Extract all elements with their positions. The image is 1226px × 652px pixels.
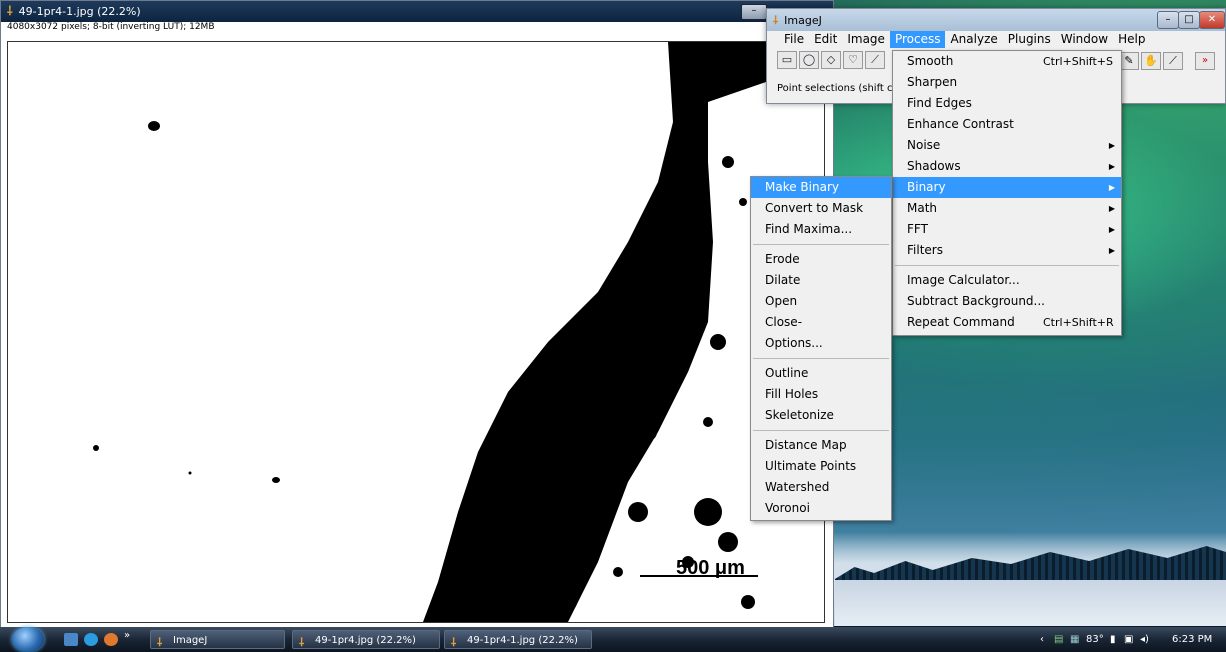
imagej-icon: ⸸ [773, 13, 779, 27]
imagej-close-button[interactable]: ✕ [1199, 11, 1225, 29]
image-info: 4080x3072 pixels; 8-bit (inverting LUT);… [1, 22, 833, 33]
menu-item-find-maxima[interactable]: Find Maxima... [751, 219, 891, 240]
imagej-status: Point selections (shift c [777, 83, 893, 94]
menu-image[interactable]: Image [842, 31, 890, 48]
submenu-arrow-icon: ▶ [1108, 246, 1115, 255]
menu-item-ultimate-points[interactable]: Ultimate Points [751, 456, 891, 477]
menu-item-find-edges[interactable]: Find Edges [893, 93, 1121, 114]
menu-help[interactable]: Help [1113, 31, 1150, 48]
imagej-maximize-button[interactable]: □ [1178, 11, 1200, 29]
imagej-title: ImageJ [784, 13, 822, 27]
dropper-tool-icon[interactable]: ⟋ [1163, 52, 1183, 70]
menu-item-fft[interactable]: FFT ▶ [893, 219, 1121, 240]
pencil-tool-icon[interactable]: ✎ [1119, 52, 1139, 70]
menu-plugins[interactable]: Plugins [1003, 31, 1056, 48]
binary-submenu: Make Binary Convert to Mask Find Maxima.… [750, 176, 892, 521]
menu-analyze[interactable]: Analyze [945, 31, 1002, 48]
imagej-toolbar-right: ✎ ✋ ⟋ » [1119, 52, 1215, 70]
menu-item-skeletonize[interactable]: Skeletonize [751, 405, 891, 426]
battery-icon[interactable]: ▮ [1110, 627, 1116, 652]
process-menu: Smooth Ctrl+Shift+S Sharpen Find Edges En… [892, 50, 1122, 336]
menu-separator [895, 265, 1119, 266]
menu-item-filters[interactable]: Filters ▶ [893, 240, 1121, 261]
submenu-arrow-icon: ▶ [1108, 225, 1115, 234]
network-icon[interactable]: ▤ [1054, 627, 1063, 652]
taskbar-item-imagej[interactable]: ⸸ ImageJ [150, 630, 285, 649]
menu-window[interactable]: Window [1056, 31, 1113, 48]
internet-explorer-icon[interactable] [84, 633, 98, 646]
menu-file[interactable]: File [779, 31, 809, 48]
minimize-button[interactable]: – [741, 4, 767, 20]
imagej-menubar: File Edit Image Process Analyze Plugins … [767, 31, 1225, 48]
image-window[interactable]: ⸸ 49-1pr4-1.jpg (22.2%) – 4080x3072 pixe… [0, 0, 834, 628]
imagej-titlebar[interactable]: ⸸ ImageJ – □ ✕ [767, 9, 1225, 31]
temperature: 83° [1086, 634, 1104, 645]
binary-image: 500 μm [8, 42, 824, 622]
menu-item-noise[interactable]: Noise ▶ [893, 135, 1121, 156]
taskbar-item-49-1pr4[interactable]: ⸸ 49-1pr4.jpg (22.2%) [292, 630, 440, 649]
line-tool-icon[interactable]: ⟋ [865, 51, 885, 69]
menu-item-make-binary[interactable]: Make Binary [751, 177, 891, 198]
clock[interactable]: 6:23 PM [1172, 627, 1212, 652]
imagej-icon: ⸸ [451, 636, 457, 649]
menu-item-math[interactable]: Math ▶ [893, 198, 1121, 219]
imagej-icon: ⸸ [299, 636, 305, 649]
menu-process[interactable]: Process [889, 31, 946, 48]
submenu-arrow-icon: ▶ [1108, 183, 1115, 192]
menu-item-outline[interactable]: Outline [751, 363, 891, 384]
taskbar-item-49-1pr4-1[interactable]: ⸸ 49-1pr4-1.jpg (22.2%) [444, 630, 592, 649]
system-tray: ‹ ▤ ▦ 83° ▮ ▣ ◂) 6:23 PM [1020, 627, 1226, 652]
menu-item-erode[interactable]: Erode [751, 249, 891, 270]
firefox-icon[interactable] [104, 633, 118, 646]
menu-item-dilate[interactable]: Dilate [751, 270, 891, 291]
tray-expand-icon[interactable]: ‹ [1040, 627, 1044, 652]
menu-item-convert-to-mask[interactable]: Convert to Mask [751, 198, 891, 219]
menu-item-smooth[interactable]: Smooth Ctrl+Shift+S [893, 51, 1121, 72]
menu-separator [753, 244, 889, 245]
volume-icon[interactable]: ◂) [1140, 627, 1149, 652]
menu-item-voronoi[interactable]: Voronoi [751, 498, 891, 519]
image-window-titlebar[interactable]: ⸸ 49-1pr4-1.jpg (22.2%) [1, 1, 833, 22]
hand-tool-icon[interactable]: ✋ [1141, 52, 1161, 70]
display-icon[interactable]: ▣ [1124, 627, 1133, 652]
show-desktop-icon[interactable] [64, 633, 78, 646]
menu-item-fill-holes[interactable]: Fill Holes [751, 384, 891, 405]
more-tools-icon[interactable]: » [1195, 52, 1215, 70]
menu-separator [753, 430, 889, 431]
polygon-tool-icon[interactable]: ◇ [821, 51, 841, 69]
quicklaunch-overflow-icon[interactable]: » [124, 630, 130, 641]
menu-item-shadows[interactable]: Shadows ▶ [893, 156, 1121, 177]
freehand-tool-icon[interactable]: ♡ [843, 51, 863, 69]
menu-item-enhance-contrast[interactable]: Enhance Contrast [893, 114, 1121, 135]
imagej-icon: ⸸ [7, 4, 13, 18]
menu-item-sharpen[interactable]: Sharpen [893, 72, 1121, 93]
menu-item-close[interactable]: Close- [751, 312, 891, 333]
weather-icon[interactable]: ▦ [1070, 627, 1079, 652]
wallpaper-snow [835, 580, 1226, 626]
menu-item-binary[interactable]: Binary ▶ [893, 177, 1121, 198]
menu-item-subtract-background[interactable]: Subtract Background... [893, 291, 1121, 312]
submenu-arrow-icon: ▶ [1108, 204, 1115, 213]
menu-edit[interactable]: Edit [809, 31, 842, 48]
menu-item-distance-map[interactable]: Distance Map [751, 435, 891, 456]
image-window-title: 49-1pr4-1.jpg (22.2%) [18, 5, 141, 18]
imagej-minimize-button[interactable]: – [1157, 11, 1179, 29]
rectangle-tool-icon[interactable]: ▭ [777, 51, 797, 69]
imagej-icon: ⸸ [157, 636, 163, 649]
submenu-arrow-icon: ▶ [1108, 162, 1115, 171]
oval-tool-icon[interactable]: ◯ [799, 51, 819, 69]
menu-item-open[interactable]: Open [751, 291, 891, 312]
submenu-arrow-icon: ▶ [1108, 141, 1115, 150]
menu-item-image-calculator[interactable]: Image Calculator... [893, 270, 1121, 291]
image-canvas[interactable]: 500 μm [7, 41, 825, 623]
menu-item-watershed[interactable]: Watershed [751, 477, 891, 498]
scale-bar-label: 500 μm [676, 557, 745, 579]
taskbar: » ⸸ ImageJ ⸸ 49-1pr4.jpg (22.2%) ⸸ 49-1pr4-… [0, 627, 1226, 652]
menu-item-options[interactable]: Options... [751, 333, 891, 354]
menu-item-repeat-command[interactable]: Repeat Command Ctrl+Shift+R [893, 312, 1121, 333]
menu-separator [753, 358, 889, 359]
start-button[interactable] [12, 627, 44, 652]
